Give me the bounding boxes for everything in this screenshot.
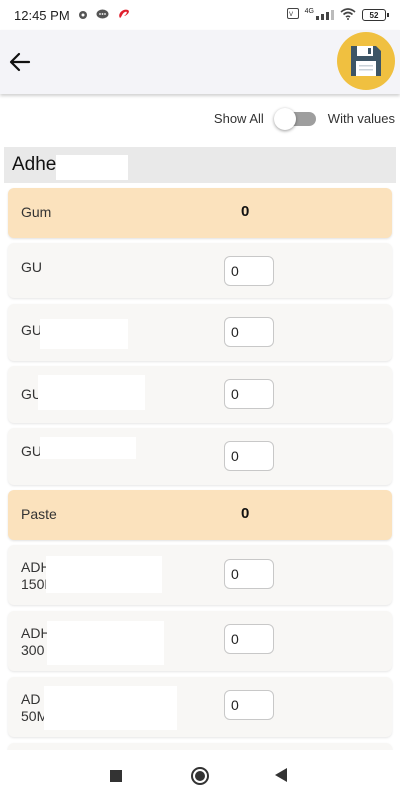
quantity-input[interactable] [224, 690, 274, 720]
with-values-toggle[interactable] [273, 108, 316, 130]
floppy-disk-icon [351, 46, 381, 76]
toggle-thumb [273, 108, 296, 130]
with-values-label: With values [327, 110, 395, 126]
wifi-icon [340, 7, 356, 23]
quantity-input[interactable] [224, 624, 274, 654]
group-total: 0 [241, 203, 250, 220]
quantity-input[interactable] [224, 256, 274, 286]
signal-icon [316, 10, 334, 20]
redaction-box [40, 437, 136, 459]
values-filter-row: Show All With values [0, 104, 400, 132]
home-circle-icon [191, 767, 209, 785]
volte-icon: V [286, 8, 299, 22]
show-all-label: Show All [213, 110, 264, 126]
group-label: Gum [21, 204, 52, 220]
recents-square-icon [110, 770, 122, 782]
airtel-icon [117, 8, 131, 23]
redaction-box [40, 319, 128, 349]
system-nav-bar [0, 750, 400, 800]
gear-icon [78, 8, 88, 23]
svg-text:V: V [289, 11, 294, 18]
quantity-input[interactable] [224, 441, 274, 471]
redaction-box [38, 375, 145, 410]
battery-level: 52 [369, 10, 379, 20]
home-button[interactable] [190, 766, 210, 791]
arrow-left-icon [9, 52, 31, 72]
status-time: 12:45 PM [14, 7, 70, 23]
recents-button[interactable] [110, 769, 122, 787]
network-label: 4G [304, 7, 314, 15]
group-row-gum[interactable]: Gum 0 [8, 188, 392, 238]
redaction-box [47, 621, 164, 665]
list-item: GU [8, 243, 392, 298]
chat-icon [96, 8, 109, 23]
group-total: 0 [241, 505, 250, 522]
item-label: GU [21, 259, 42, 275]
redaction-box [46, 556, 162, 593]
back-triangle-icon [275, 768, 287, 782]
redaction-box [44, 686, 177, 730]
back-button[interactable] [6, 48, 34, 76]
category-title: Adhe [12, 154, 57, 175]
system-back-button[interactable] [274, 768, 288, 787]
quantity-input[interactable] [224, 317, 274, 347]
save-button[interactable] [337, 32, 395, 90]
redaction-box [56, 155, 128, 180]
quantity-input[interactable] [224, 559, 274, 589]
group-row-paste[interactable]: Paste 0 [8, 490, 392, 540]
status-bar: 12:45 PM V 4G 52 [0, 0, 400, 30]
group-label: Paste [21, 506, 57, 522]
quantity-input[interactable] [224, 379, 274, 409]
battery-icon: 52 [362, 9, 389, 21]
